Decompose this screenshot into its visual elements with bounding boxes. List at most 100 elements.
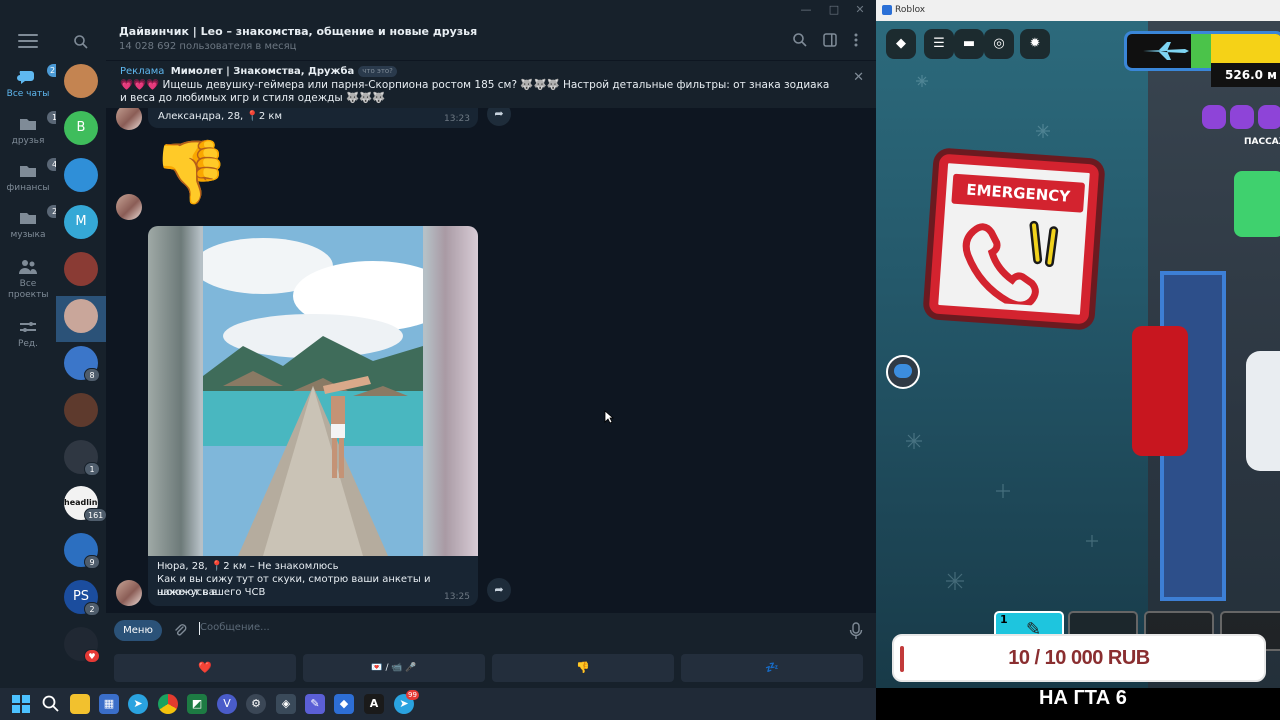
thumbs-up-icon: [1234, 171, 1280, 237]
chat-avatar[interactable]: B: [64, 111, 98, 145]
red-phone-stand: [1132, 326, 1188, 456]
chats-icon: 21: [17, 64, 64, 86]
avatar[interactable]: [116, 580, 142, 606]
chrome-icon[interactable]: [158, 694, 178, 714]
passenger-icon: [1202, 105, 1226, 129]
chat-unread-badge: ♥: [84, 649, 100, 663]
folder-all-projects[interactable]: Все проекты: [0, 258, 56, 304]
close-button[interactable]: ✕: [852, 2, 868, 18]
steam-icon[interactable]: ⚙: [246, 694, 266, 714]
bot-menu-button[interactable]: Меню: [114, 620, 162, 641]
folder-rail: 21 Все чаты 1 друзья 4 финансы: [0, 20, 64, 688]
folder-finance[interactable]: 4 финансы: [0, 158, 62, 208]
menu-icon[interactable]: ☰: [924, 29, 954, 59]
hamburger-menu-icon[interactable]: [18, 34, 38, 48]
telegram-badge-icon[interactable]: ➤ 99: [394, 690, 419, 714]
folder-friends[interactable]: 1 друзья: [0, 111, 62, 161]
vpn-icon[interactable]: V: [217, 694, 237, 714]
chat-unread-badge: 161: [84, 508, 108, 522]
emergency-sign-title: EMERGENCY: [951, 173, 1086, 213]
roblox-icon[interactable]: ◆: [334, 694, 354, 714]
search-icon[interactable]: [73, 34, 89, 50]
excel-icon[interactable]: ◩: [187, 694, 207, 714]
stream-caption-text: НА ГТА 6: [1039, 687, 1127, 709]
phone-alert-icon: [962, 220, 1059, 308]
folder-label: Все чаты: [6, 89, 50, 99]
sidebar-toggle-icon[interactable]: [822, 32, 838, 48]
message-text: шоке от вашего ЧСВ: [157, 587, 266, 598]
message-bubble: Александра, 28, 📍2 км 13:23: [148, 108, 478, 128]
chat-subtitle: 14 028 692 пользователя в месяц: [119, 41, 297, 52]
share-icon[interactable]: ➦: [487, 578, 511, 602]
chat-unread-badge: 1: [84, 462, 100, 476]
settings-gear-icon[interactable]: ✹: [1020, 29, 1050, 59]
start-icon[interactable]: [11, 694, 31, 714]
desktop: — □ ✕ 21 Все чаты 1 друзья: [0, 0, 1280, 720]
game-viewport[interactable]: ◆ ☰ ▬ ◎ ✹ 526.0 м ПАССАЖ EMERGENCY: [876, 21, 1280, 688]
maximize-button[interactable]: □: [826, 2, 842, 18]
folder-music[interactable]: 2 музыка: [0, 205, 62, 255]
folder-all-chats[interactable]: 21 Все чаты: [0, 64, 64, 114]
paperclip-icon[interactable]: [172, 622, 188, 638]
donation-goal-widget: 10 / 10 000 RUB: [892, 634, 1266, 682]
share-icon[interactable]: ➦: [487, 108, 511, 126]
avatar[interactable]: [116, 108, 142, 130]
thumbs-down-sticker: 👎: [152, 135, 230, 208]
emergency-sign: EMERGENCY: [928, 153, 1100, 325]
chat-title[interactable]: Дайвинчик | Leo – знакомства, общение и …: [119, 25, 477, 38]
chat-avatar[interactable]: [64, 252, 98, 286]
chat-avatar[interactable]: [64, 158, 98, 192]
folder-label: Ред.: [17, 339, 39, 349]
search-icon[interactable]: [41, 694, 61, 714]
folder-icon: 2: [17, 205, 62, 227]
tool-icon[interactable]: ✎: [305, 694, 325, 714]
store-icon[interactable]: ▦: [99, 694, 119, 714]
minimize-button[interactable]: —: [798, 2, 814, 18]
more-vertical-icon[interactable]: [848, 32, 864, 48]
roblox-logo-icon: [882, 5, 892, 15]
npc-character[interactable]: [1246, 351, 1280, 471]
file-explorer-icon[interactable]: [70, 694, 90, 714]
search-icon[interactable]: [792, 32, 808, 48]
passenger-icon: [1230, 105, 1254, 129]
passenger-icon: [1258, 105, 1280, 129]
airplane-icon: [1143, 42, 1189, 60]
mouse-cursor-icon: [604, 410, 614, 424]
folder-label: финансы: [6, 183, 50, 193]
folder-icon: 4: [17, 158, 62, 180]
chat-avatar[interactable]: [64, 393, 98, 427]
folder-edit[interactable]: Ред.: [0, 318, 56, 364]
people-icon: [17, 258, 39, 276]
photo-image: [203, 226, 423, 556]
chat-unread-badge: 9: [84, 555, 100, 569]
ad-text: 💗💗💗 Ищешь девушку-геймера или парня-Скор…: [120, 79, 830, 104]
ad-what-is-this[interactable]: что это?: [358, 66, 397, 77]
sleep-button[interactable]: 💤: [681, 654, 863, 682]
close-icon[interactable]: ✕: [853, 70, 864, 85]
app-icon[interactable]: ◈: [276, 694, 296, 714]
sponsored-message[interactable]: Реклама Мимолет | Знакомства, Дружба что …: [106, 60, 876, 108]
avatar[interactable]: [116, 194, 142, 220]
chat-avatar[interactable]: [64, 64, 98, 98]
chat-bubble-button[interactable]: [886, 355, 920, 389]
chat-avatar[interactable]: M: [64, 205, 98, 239]
message-composer: Меню: [106, 613, 876, 648]
roblox-titlebar: Roblox: [876, 0, 1280, 21]
font-icon[interactable]: A: [364, 694, 384, 714]
like-button[interactable]: ❤️: [114, 654, 296, 682]
chat-unread-badge: 8: [84, 368, 100, 382]
photo-preview[interactable]: [148, 226, 478, 556]
chat-unread-badge: 2: [84, 602, 100, 616]
roblox-menu-icon[interactable]: ◆: [886, 29, 916, 59]
ad-channel-name[interactable]: Мимолет | Знакомства, Дружба: [171, 66, 354, 77]
headset-icon[interactable]: ◎: [984, 29, 1014, 59]
chat-list-rail: BM81headlines1619PS2♥: [56, 20, 108, 688]
message-time: 13:25: [444, 592, 470, 602]
telegram-icon[interactable]: ➤: [128, 694, 148, 714]
message-video-button[interactable]: 💌 / 📹 🎤: [303, 654, 485, 682]
chat-avatar[interactable]: [64, 299, 98, 333]
message-input[interactable]: [200, 622, 700, 633]
microphone-icon[interactable]: [848, 622, 864, 640]
dislike-button[interactable]: 👎: [492, 654, 674, 682]
chat-icon[interactable]: ▬: [954, 29, 984, 59]
